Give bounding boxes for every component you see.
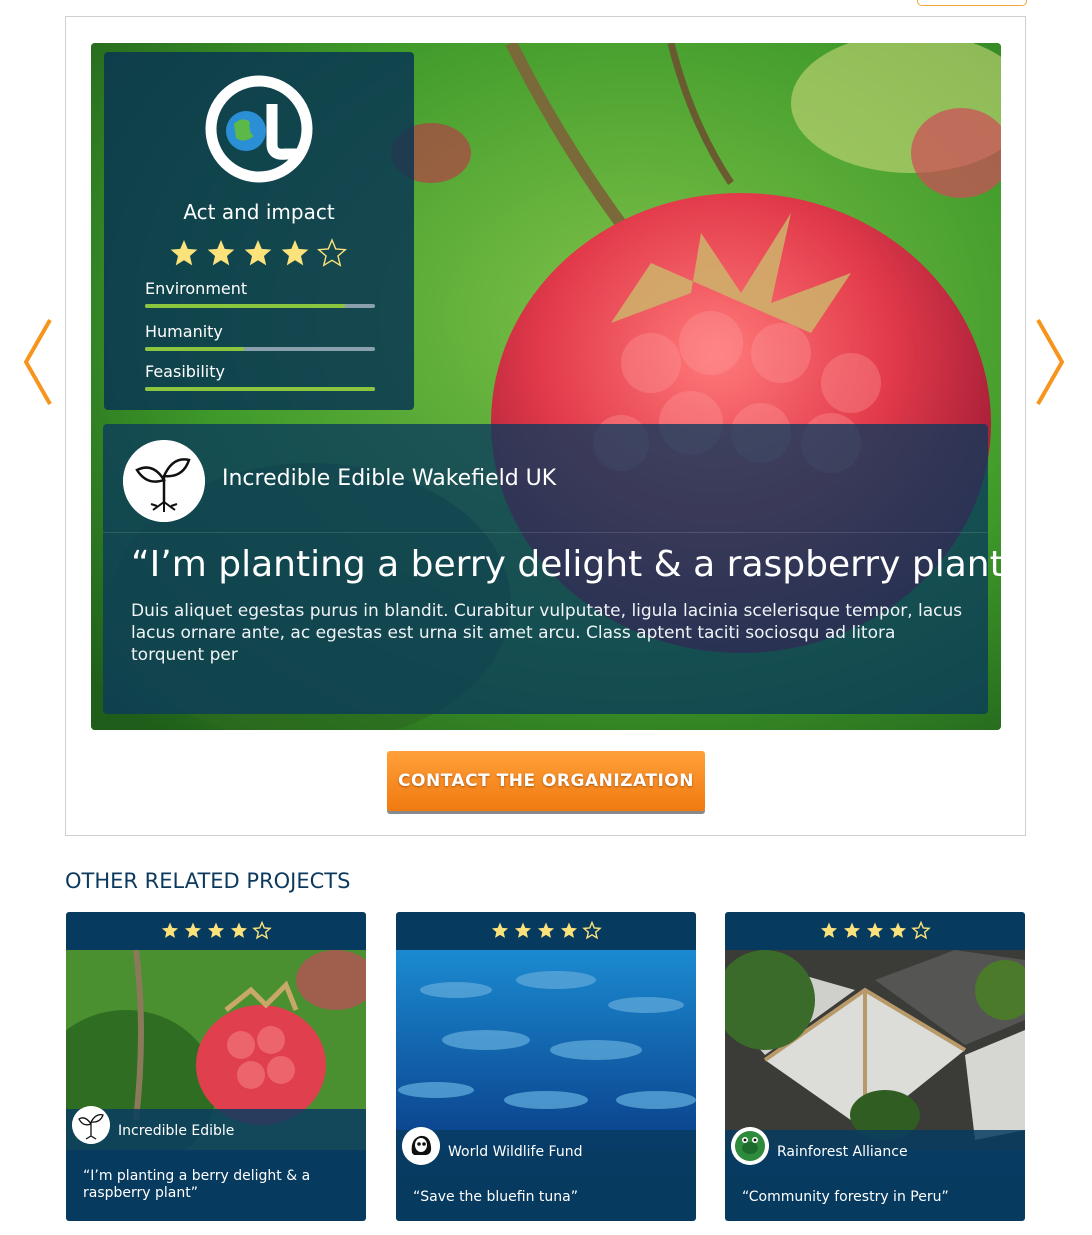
metric-track [145, 347, 375, 351]
metric-label: Humanity [145, 322, 223, 341]
metric-fill [145, 387, 375, 391]
rating-panel: Act and impact Environment Humanity Feas… [104, 52, 414, 410]
star-filled-icon [207, 922, 225, 938]
metric-label: Environment [145, 279, 248, 298]
star-rating [170, 238, 348, 267]
star-filled-icon [170, 240, 198, 266]
related-project-card[interactable]: Incredible Edible “I’m planting a berry … [66, 912, 366, 1221]
star-filled-icon [820, 922, 838, 938]
card-quote: “Community forestry in Peru” [742, 1189, 949, 1205]
act-and-impact-logo-icon [205, 75, 313, 183]
star-filled-icon [560, 922, 578, 938]
star-rating [820, 920, 931, 940]
garden-thumbnail [725, 950, 1025, 1150]
star-filled-icon [244, 240, 272, 266]
sprouting-plant-icon [72, 1106, 110, 1144]
sprouting-plant-icon[interactable] [123, 440, 205, 522]
star-empty-icon [911, 920, 931, 940]
star-rating [161, 920, 272, 940]
star-filled-icon [843, 922, 861, 938]
metric-track [145, 304, 375, 308]
metric-label: Feasibility [145, 362, 225, 381]
star-empty-icon [252, 920, 272, 940]
featured-hero-image: Act and impact Environment Humanity Feas… [91, 43, 1001, 730]
metric-environment: Environment [145, 279, 375, 308]
divider [103, 532, 988, 533]
frog-icon [731, 1127, 769, 1165]
star-empty-icon [582, 920, 602, 940]
card-quote: “Save the bluefin tuna” [413, 1189, 578, 1205]
tuna-school-thumbnail [396, 950, 696, 1150]
star-filled-icon [537, 922, 555, 938]
star-filled-icon [161, 922, 179, 938]
org-name[interactable]: Incredible Edible Wakefield UK [222, 466, 556, 491]
metric-track [145, 387, 375, 391]
chevron-right-icon[interactable] [1036, 318, 1066, 406]
related-projects-heading: OTHER RELATED PROJECTS [65, 869, 351, 893]
star-filled-icon [207, 240, 235, 266]
star-filled-icon [281, 240, 309, 266]
rating-title: Act and impact [183, 200, 335, 224]
wwf-panda-icon [402, 1127, 440, 1165]
card-org-name: Incredible Edible [118, 1123, 235, 1139]
chevron-left-icon[interactable] [22, 318, 52, 406]
story-panel: Incredible Edible Wakefield UK “I’m plan… [103, 424, 1001, 714]
star-rating [491, 920, 602, 940]
metric-feasibility: Feasibility [145, 362, 375, 391]
card-org-name: World Wildlife Fund [448, 1144, 583, 1160]
card-org-name: Rainforest Alliance [777, 1144, 908, 1160]
project-description: Duis aliquet egestas purus in blandit. C… [131, 601, 963, 665]
card-quote: “I’m planting a berry delight & a raspbe… [83, 1168, 311, 1201]
metric-humanity: Humanity [145, 322, 375, 351]
top-tab-button[interactable] [917, 0, 1027, 6]
star-filled-icon [184, 922, 202, 938]
star-filled-icon [889, 922, 907, 938]
related-project-card[interactable]: World Wildlife Fund “Save the bluefin tu… [396, 912, 696, 1221]
star-empty-icon [316, 238, 348, 267]
star-filled-icon [866, 922, 884, 938]
star-filled-icon [514, 922, 532, 938]
metric-fill [145, 304, 346, 308]
contact-organization-button[interactable]: CONTACT THE ORGANIZATION [387, 751, 705, 811]
related-project-card[interactable]: Rainforest Alliance “Community forestry … [725, 912, 1025, 1221]
star-filled-icon [491, 922, 509, 938]
star-filled-icon [230, 922, 248, 938]
metric-fill [145, 347, 244, 351]
project-quote: “I’m planting a berry delight & a raspbe… [131, 544, 1001, 585]
